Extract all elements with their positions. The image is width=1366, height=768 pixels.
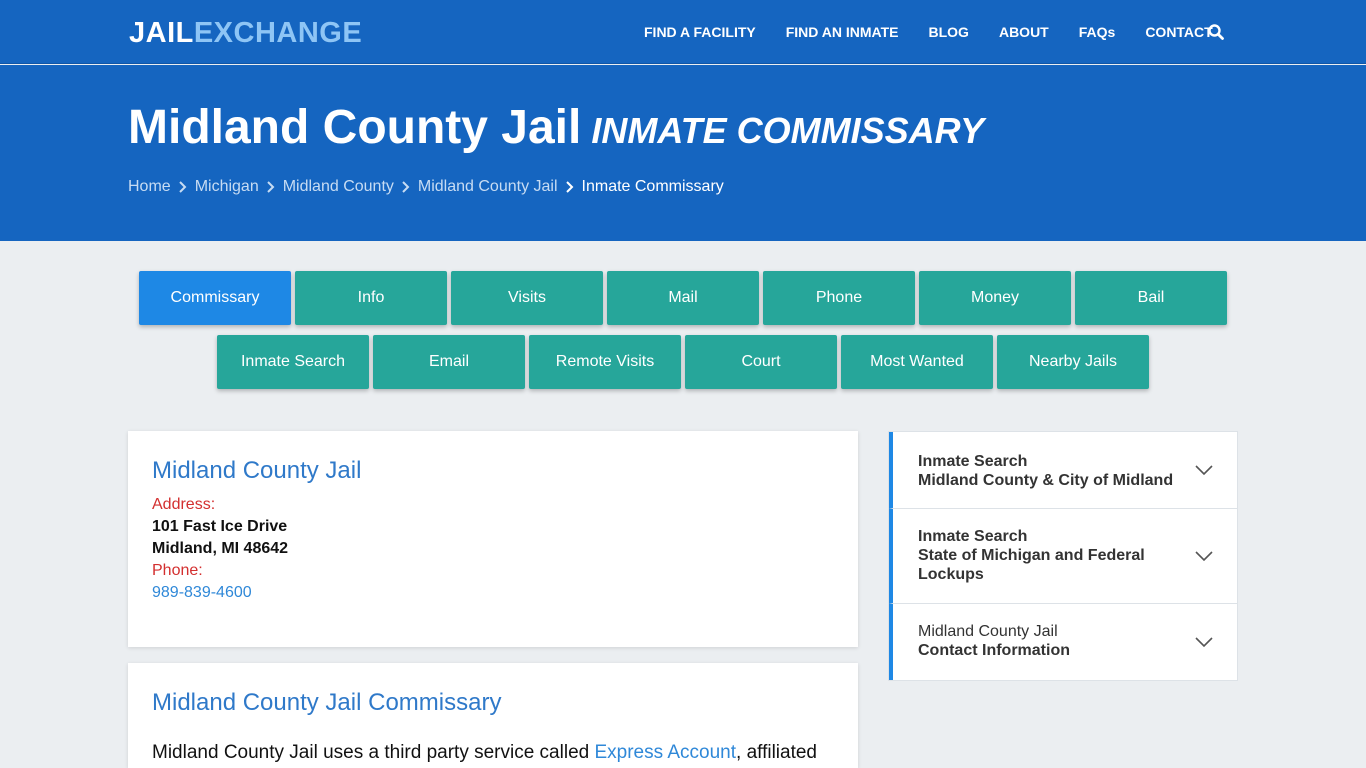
breadcrumb-current: Inmate Commissary [581,178,724,195]
accordion-title: Inmate Search [918,528,1028,545]
tab-court[interactable]: Court [685,335,837,389]
facility-card: Midland County Jail Address: 101 Fast Ic… [128,431,858,647]
chevron-right-icon [178,181,187,193]
tab-remote-visits[interactable]: Remote Visits [529,335,681,389]
tab-visits[interactable]: Visits [451,271,603,325]
page-title: Midland County Jail INMATE COMMISSARY [128,99,984,160]
chevron-right-icon [267,181,275,193]
sidebar-accordion: Inmate Search Midland County & City of M… [888,431,1238,681]
tab-info[interactable]: Info [295,271,447,325]
commissary-card: Midland County Jail Commissary Midland C… [128,663,858,768]
commissary-text: Midland County Jail uses a third party s… [152,742,595,763]
accordion-title: Inmate Search [918,453,1028,470]
facility-name: Midland County Jail [152,457,362,484]
tab-phone[interactable]: Phone [763,271,915,325]
tab-bail[interactable]: Bail [1075,271,1227,325]
accordion-contact-info[interactable]: Midland County Jail Contact Information [889,604,1237,680]
breadcrumb-midland-county-jail[interactable]: Midland County Jail [418,178,558,196]
address-label: Address: [152,496,216,513]
address-line2: Midland, MI 48642 [152,540,289,557]
accordion-subtitle: Contact Information [918,642,1070,659]
accordion-subtitle: Midland County & City of Midland [918,472,1174,489]
commissary-paragraph: Midland County Jail uses a third party s… [152,740,817,766]
nav-find-facility[interactable]: FIND A FACILITY [629,0,771,64]
accordion-subtitle-cont: Lockups [918,566,984,583]
main-nav: FIND A FACILITY FIND AN INMATE BLOG ABOU… [629,0,1228,64]
page-hero: Midland County Jail INMATE COMMISSARY Hom… [0,65,1366,241]
chevron-right-icon [402,181,410,193]
nav-find-inmate[interactable]: FIND AN INMATE [771,0,914,64]
breadcrumb-midland-county[interactable]: Midland County [283,178,394,196]
top-navbar: JAILEXCHANGE FIND A FACILITY FIND AN INM… [0,0,1366,64]
accordion-label: Midland County Jail Contact Information [918,622,1070,660]
accordion-inmate-search-midland[interactable]: Inmate Search Midland County & City of M… [889,432,1237,509]
page-title-subtitle: INMATE COMMISSARY [591,110,985,151]
site-logo[interactable]: JAILEXCHANGE [129,16,362,50]
chevron-right-icon [565,181,573,193]
breadcrumb-michigan[interactable]: Michigan [195,178,259,196]
tab-inmate-search[interactable]: Inmate Search [217,335,369,389]
breadcrumb: Home Michigan Midland County Midland Cou… [128,178,724,196]
accordion-subtitle: State of Michigan and Federal [918,547,1145,564]
tab-money[interactable]: Money [919,271,1071,325]
chevron-down-icon [1195,637,1213,648]
accordion-inmate-search-state[interactable]: Inmate Search State of Michigan and Fede… [889,509,1237,604]
commissary-heading: Midland County Jail Commissary [152,689,502,716]
tab-most-wanted[interactable]: Most Wanted [841,335,993,389]
nav-blog[interactable]: BLOG [914,0,984,64]
logo-text-exchange: EXCHANGE [193,17,363,49]
search-icon[interactable] [1207,23,1225,41]
facility-details: Address: 101 Fast Ice Drive Midland, MI … [152,494,288,604]
phone-link[interactable]: 989-839-4600 [152,582,288,604]
accordion-title: Midland County Jail [918,623,1058,640]
tab-mail[interactable]: Mail [607,271,759,325]
commissary-text-cont: , affiliated [736,742,817,763]
address-line1: 101 Fast Ice Drive [152,518,288,535]
tab-email[interactable]: Email [373,335,525,389]
breadcrumb-home[interactable]: Home [128,178,171,196]
nav-faqs[interactable]: FAQs [1064,0,1131,64]
express-account-link[interactable]: Express Account [594,742,736,763]
logo-text-jail: JAIL [129,17,194,49]
accordion-label: Inmate Search State of Michigan and Fede… [918,527,1145,584]
phone-label: Phone: [152,562,203,579]
tab-commissary[interactable]: Commissary [139,271,291,325]
chevron-down-icon [1195,551,1213,562]
nav-about[interactable]: ABOUT [984,0,1064,64]
page-title-main: Midland County Jail [128,101,582,154]
tab-nearby-jails[interactable]: Nearby Jails [997,335,1149,389]
accordion-label: Inmate Search Midland County & City of M… [918,452,1173,490]
chevron-down-icon [1195,465,1213,476]
